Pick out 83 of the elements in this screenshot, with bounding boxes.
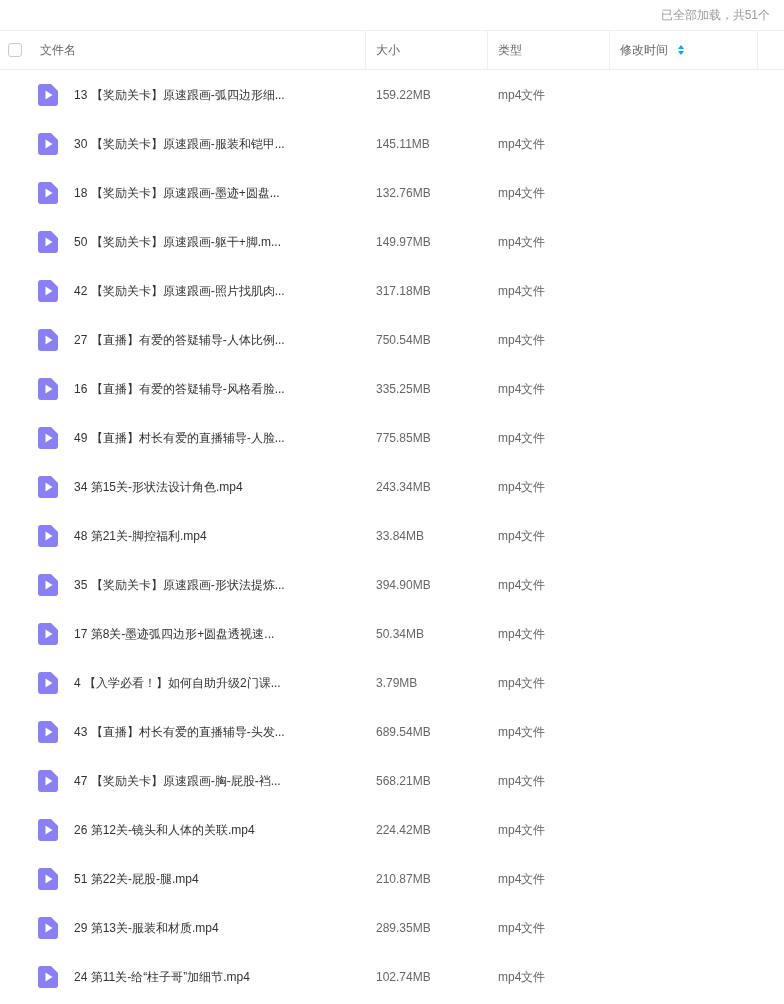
- file-type: mp4文件: [497, 968, 547, 986]
- video-file-icon: [38, 573, 58, 596]
- sort-icon[interactable]: [678, 45, 684, 55]
- file-name[interactable]: 30 【奖励关卡】原速跟画-服装和铠甲...: [74, 134, 285, 153]
- file-size: 132.76MB: [375, 184, 432, 202]
- video-file-icon: [38, 475, 58, 498]
- file-name[interactable]: 24 第11关-给“柱子哥”加细节.mp4: [74, 967, 250, 986]
- load-status: 已全部加载，共51个: [660, 7, 770, 24]
- file-name[interactable]: 48 第21关-脚控福利.mp4: [74, 526, 207, 545]
- file-size: 243.34MB: [375, 478, 432, 496]
- file-name[interactable]: 17 第8关-墨迹弧四边形+圆盘透视速...: [74, 624, 275, 643]
- file-type: mp4文件: [497, 821, 547, 839]
- file-name[interactable]: 27 【直播】有爱的答疑辅导-人体比例...: [74, 330, 285, 349]
- video-file-icon: [38, 426, 58, 449]
- file-size: 224.42MB: [375, 821, 432, 839]
- file-name[interactable]: 34 第15关-形状法设计角色.mp4: [74, 477, 243, 496]
- file-name[interactable]: 26 第12关-镜头和人体的关联.mp4: [74, 820, 255, 839]
- column-header[interactable]: 类型: [498, 41, 522, 59]
- file-size: 689.54MB: [375, 723, 432, 741]
- file-type: mp4文件: [497, 86, 547, 104]
- file-type: mp4文件: [497, 282, 547, 300]
- file-type: mp4文件: [497, 723, 547, 741]
- video-file-icon: [38, 181, 58, 204]
- video-file-icon: [38, 818, 58, 841]
- select-all-checkbox[interactable]: [8, 43, 22, 57]
- file-type: mp4文件: [497, 429, 547, 447]
- file-type: mp4文件: [497, 674, 547, 692]
- video-file-icon: [38, 671, 58, 694]
- file-type: mp4文件: [497, 527, 547, 545]
- video-file-icon: [38, 965, 58, 988]
- video-file-icon: [38, 328, 58, 351]
- file-type: mp4文件: [497, 331, 547, 349]
- file-size: 149.97MB: [375, 233, 432, 251]
- file-name[interactable]: 43 【直播】村长有爱的直播辅导-头发...: [74, 722, 285, 741]
- file-size: 159.22MB: [375, 86, 432, 104]
- file-size: 289.35MB: [375, 919, 432, 937]
- video-file-icon: [38, 377, 58, 400]
- file-name[interactable]: 42 【奖励关卡】原速跟画-照片找肌肉...: [74, 281, 285, 300]
- file-size: 3.79MB: [375, 674, 419, 692]
- file-name[interactable]: 47 【奖励关卡】原速跟画-胸-屁股-裆...: [74, 771, 281, 790]
- file-size: 394.90MB: [375, 576, 432, 594]
- video-file-icon: [38, 83, 58, 106]
- file-size: 775.85MB: [375, 429, 432, 447]
- file-name[interactable]: 13 【奖励关卡】原速跟画-弧四边形细...: [74, 85, 285, 104]
- file-name[interactable]: 29 第13关-服装和材质.mp4: [74, 918, 219, 937]
- file-size: 210.87MB: [375, 870, 432, 888]
- column-header[interactable]: 修改时间: [620, 41, 668, 59]
- file-type: mp4文件: [497, 576, 547, 594]
- video-file-icon: [38, 867, 58, 890]
- file-size: 33.84MB: [375, 527, 426, 545]
- video-file-icon: [38, 720, 58, 743]
- file-type: mp4文件: [497, 135, 547, 153]
- file-type: mp4文件: [497, 919, 547, 937]
- file-name[interactable]: 16 【直播】有爱的答疑辅导-风格看脸...: [74, 379, 285, 398]
- video-file-icon: [38, 622, 58, 645]
- file-name[interactable]: 35 【奖励关卡】原速跟画-形状法提炼...: [74, 575, 285, 594]
- file-name[interactable]: 51 第22关-屁股-腿.mp4: [74, 869, 199, 888]
- file-type: mp4文件: [497, 184, 547, 202]
- file-type: mp4文件: [497, 380, 547, 398]
- video-file-icon: [38, 279, 58, 302]
- column-header[interactable]: 文件名: [40, 41, 76, 59]
- file-name[interactable]: 49 【直播】村长有爱的直播辅导-人脸...: [74, 428, 285, 447]
- file-name[interactable]: 50 【奖励关卡】原速跟画-躯干+脚.m...: [74, 232, 282, 251]
- file-size: 317.18MB: [375, 282, 432, 300]
- file-name[interactable]: 18 【奖励关卡】原速跟画-墨迹+圆盘...: [74, 183, 280, 202]
- file-size: 335.25MB: [375, 380, 432, 398]
- file-size: 102.74MB: [375, 968, 432, 986]
- file-size: 568.21MB: [375, 772, 432, 790]
- video-file-icon: [38, 230, 58, 253]
- file-size: 145.11MB: [375, 135, 431, 153]
- video-file-icon: [38, 916, 58, 939]
- video-file-icon: [38, 132, 58, 155]
- column-header[interactable]: 大小: [376, 41, 400, 59]
- video-file-icon: [38, 524, 58, 547]
- file-name[interactable]: 4 【入学必看！】如何自助升级2门课...: [74, 673, 281, 692]
- file-type: mp4文件: [497, 478, 547, 496]
- video-file-icon: [38, 769, 58, 792]
- file-type: mp4文件: [497, 772, 547, 790]
- file-size: 50.34MB: [375, 625, 426, 643]
- file-size: 750.54MB: [375, 331, 432, 349]
- file-type: mp4文件: [497, 870, 547, 888]
- file-type: mp4文件: [497, 233, 547, 251]
- file-type: mp4文件: [497, 625, 547, 643]
